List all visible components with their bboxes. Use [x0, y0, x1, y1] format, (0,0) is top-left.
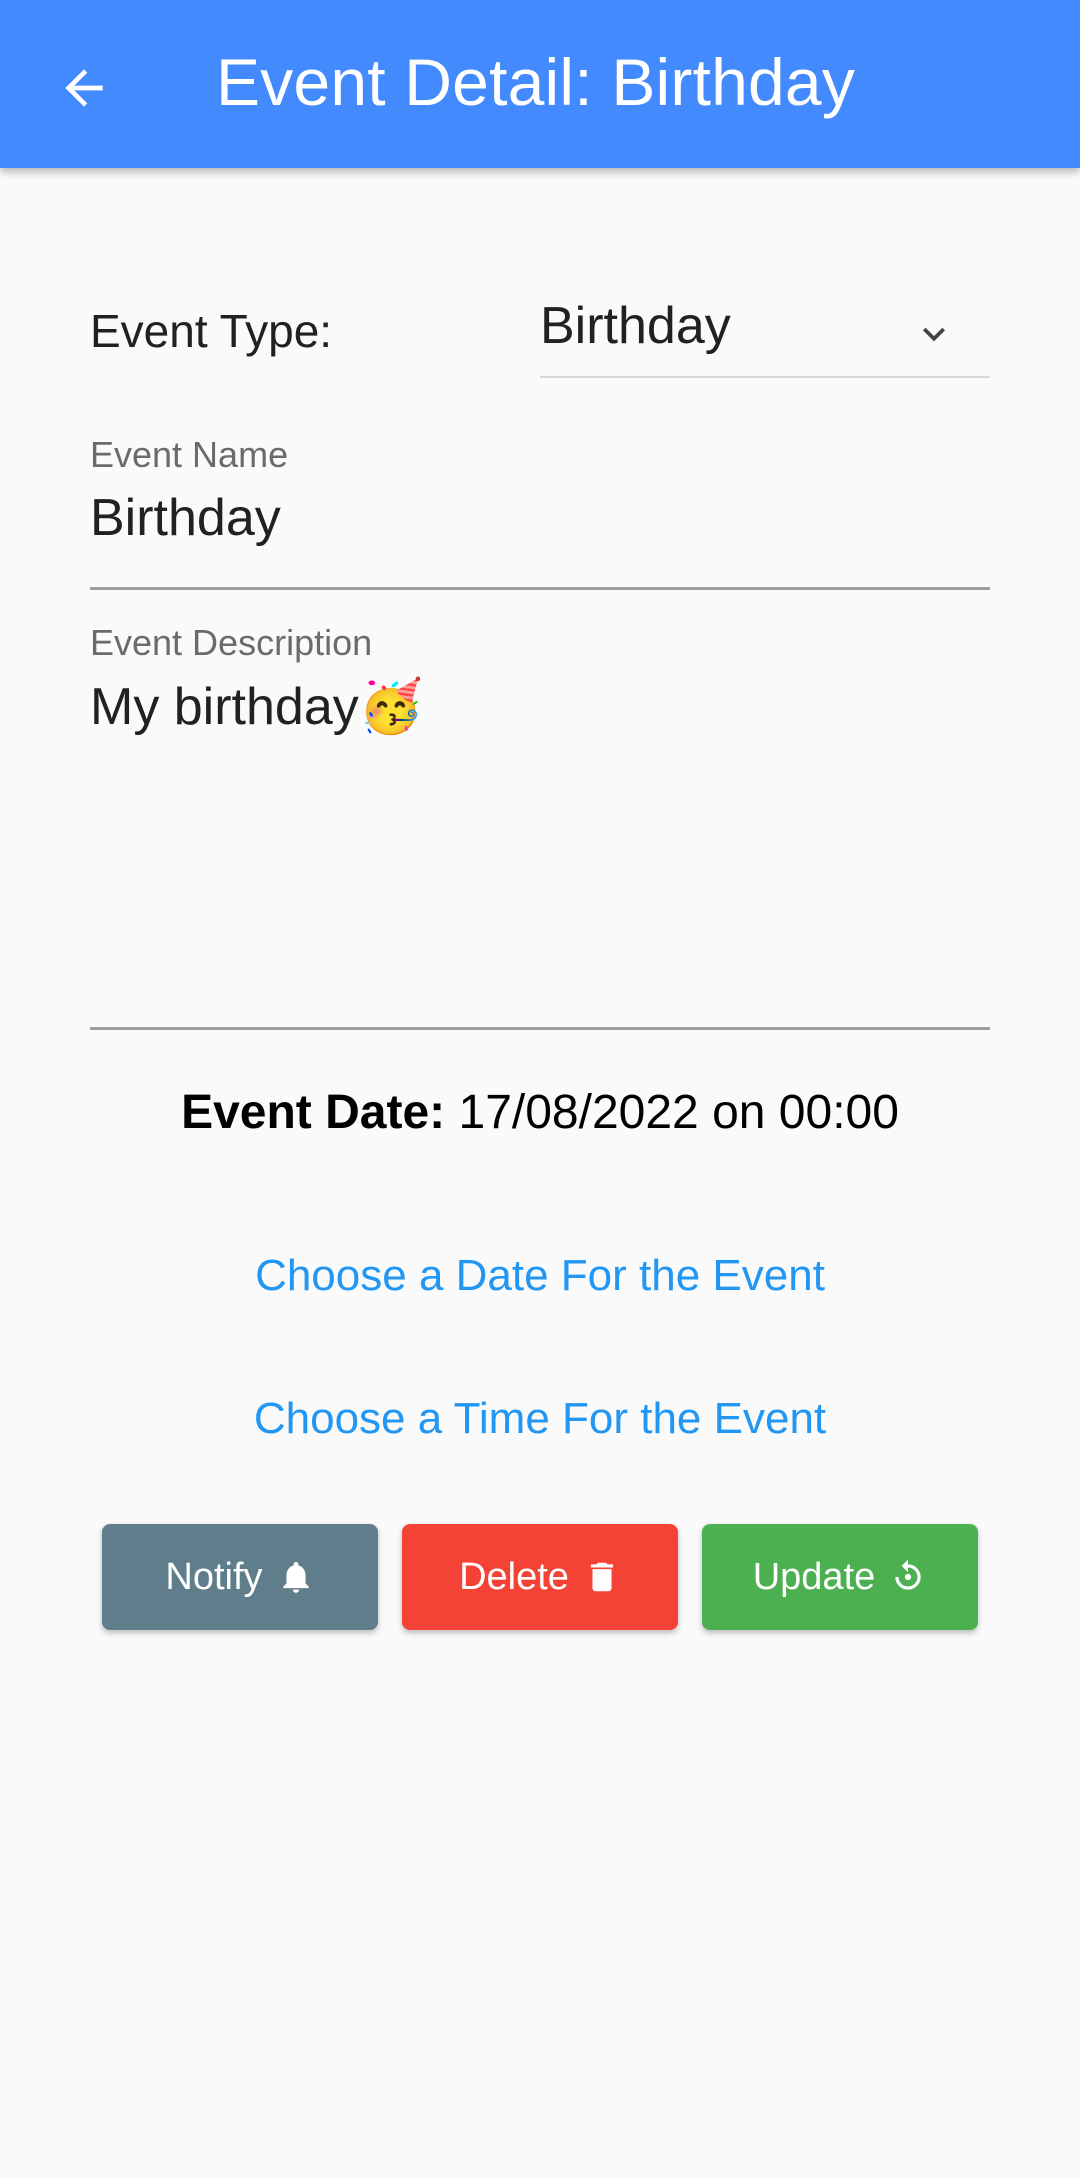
- event-description-value[interactable]: My birthday🥳: [90, 676, 424, 737]
- event-description-field[interactable]: Event Description My birthday🥳: [90, 618, 990, 1030]
- update-button[interactable]: Update: [702, 1524, 978, 1630]
- event-date-label: Event Date:: [181, 1086, 446, 1139]
- page-title: Event Detail: Birthday: [216, 45, 856, 119]
- choose-time-button[interactable]: Choose a Time For the Event: [0, 1394, 1080, 1444]
- event-type-row: Event Type: Birthday: [90, 290, 990, 380]
- event-name-value[interactable]: Birthday: [90, 488, 281, 548]
- bell-icon: [282, 1561, 309, 1593]
- event-date-value: 17/08/2022 on 00:00: [458, 1086, 899, 1139]
- event-type-selected-value: Birthday: [540, 297, 731, 355]
- delete-button-label: Delete: [459, 1555, 569, 1598]
- app-bar: Event Detail: Birthday: [0, 0, 1080, 168]
- back-button[interactable]: [46, 50, 122, 126]
- event-description-label: Event Description: [90, 622, 373, 663]
- event-name-field[interactable]: Event Name Birthday: [90, 430, 990, 592]
- delete-button[interactable]: Delete: [402, 1524, 678, 1630]
- event-date-text: Event Date: 17/08/2022 on 00:00: [0, 1085, 1080, 1140]
- chevron-down-icon: [923, 327, 945, 342]
- event-name-underline: [90, 587, 990, 590]
- trash-icon: [590, 1562, 614, 1592]
- refresh-icon: [895, 1559, 921, 1590]
- event-type-dropdown[interactable]: Birthday: [540, 290, 990, 378]
- update-button-label: Update: [752, 1555, 876, 1598]
- event-description-underline: [90, 1027, 990, 1030]
- event-type-label: Event Type:: [90, 305, 333, 357]
- event-name-label: Event Name: [90, 434, 289, 475]
- choose-date-button[interactable]: Choose a Date For the Event: [0, 1251, 1080, 1301]
- arrow-back-icon: [65, 69, 103, 107]
- notify-button-label: Notify: [165, 1555, 263, 1598]
- notify-button[interactable]: Notify: [102, 1524, 378, 1630]
